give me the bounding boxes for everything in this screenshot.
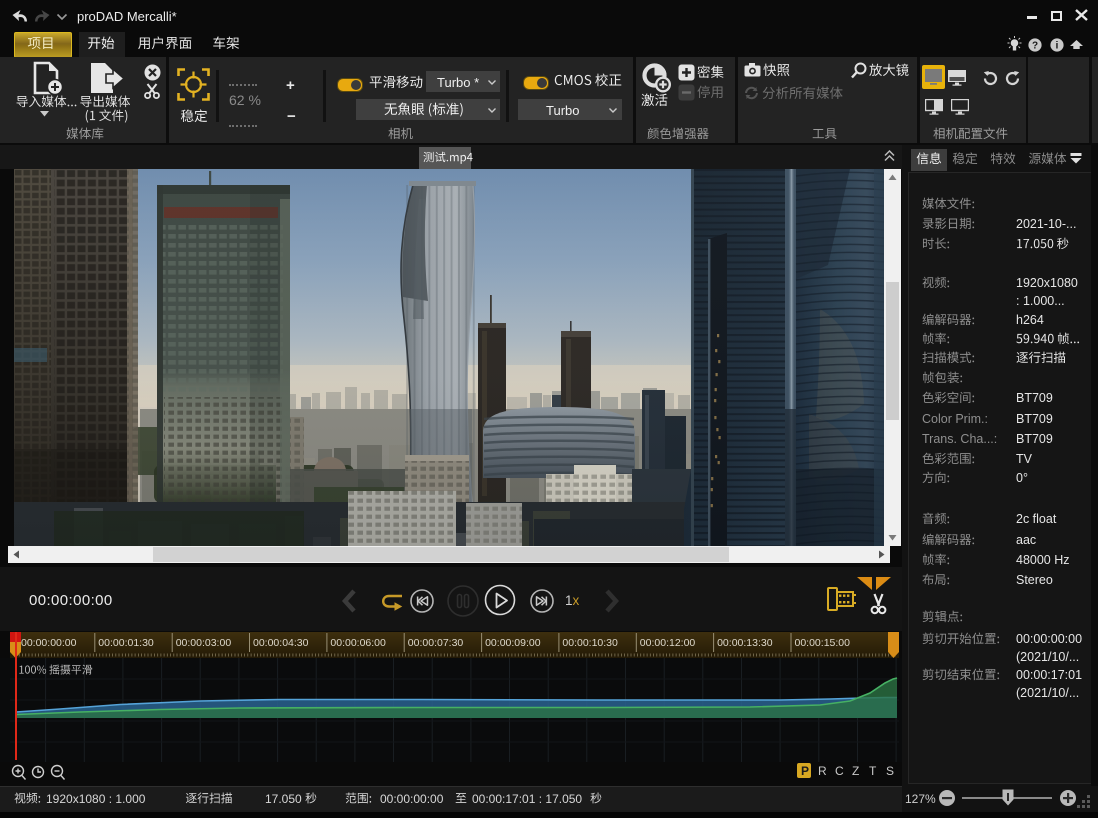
svg-text:00:00:07:30: 00:00:07:30 — [408, 637, 464, 649]
svg-text:00:00:01:30: 00:00:01:30 — [98, 637, 154, 649]
svg-text:i: i — [1056, 40, 1059, 52]
svg-text:?: ? — [1032, 40, 1038, 51]
svg-text:00:00:09:00: 00:00:09:00 — [485, 637, 541, 649]
svg-text:00:00:06:00: 00:00:06:00 — [330, 637, 386, 649]
svg-text:00:00:03:00: 00:00:03:00 — [176, 637, 232, 649]
svg-text:00:00:04:30: 00:00:04:30 — [253, 637, 309, 649]
svg-text:00:00:13:30: 00:00:13:30 — [717, 637, 773, 649]
svg-text:00:00:10:30: 00:00:10:30 — [562, 637, 618, 649]
svg-text:00:00:15:00: 00:00:15:00 — [795, 637, 851, 649]
svg-text:00:00:00:00: 00:00:00:00 — [21, 637, 77, 649]
svg-text:00:00:12:00: 00:00:12:00 — [640, 637, 696, 649]
